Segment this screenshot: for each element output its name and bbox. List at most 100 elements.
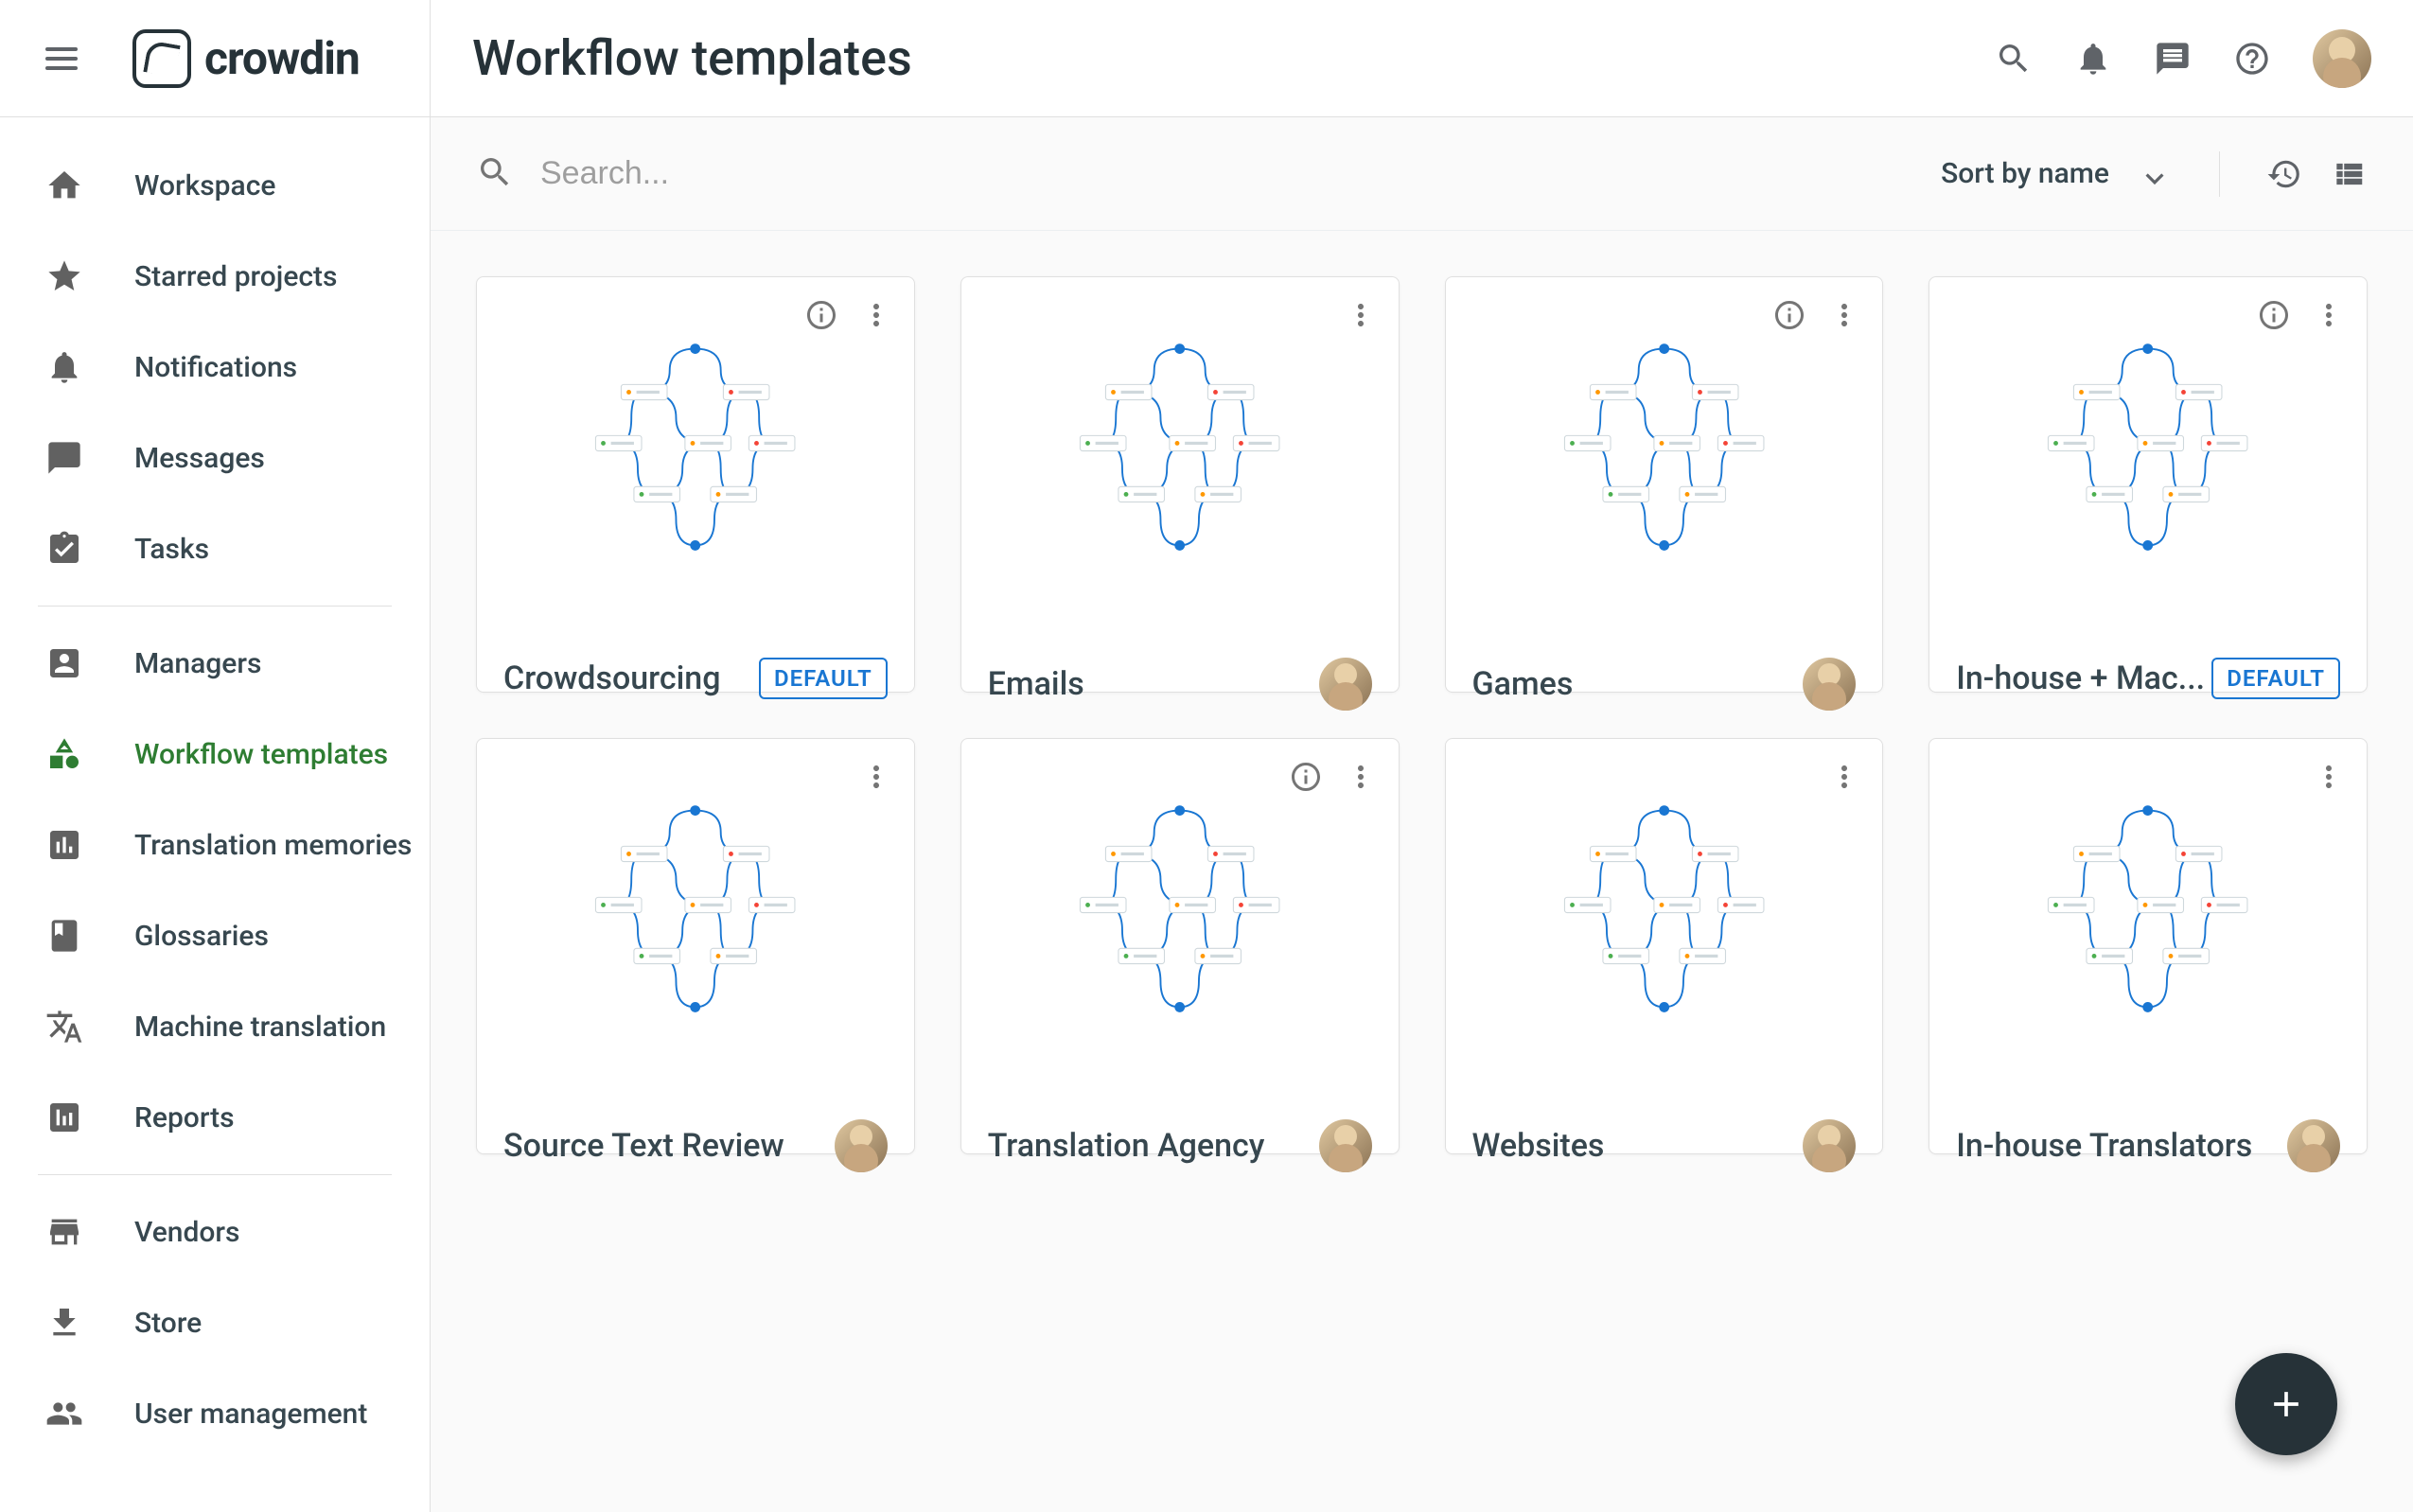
template-card[interactable]: Games — [1445, 276, 1884, 693]
owner-avatar — [2287, 1119, 2340, 1172]
sidebar-item-vendors[interactable]: Vendors — [0, 1187, 430, 1277]
card-body — [961, 277, 1399, 634]
workflow-diagram — [536, 328, 854, 584]
card-footer: Crowdsourcing DEFAULT — [477, 634, 914, 722]
history-icon[interactable] — [2265, 155, 2303, 193]
sidebar-item-label: Reports — [134, 1101, 235, 1134]
workflow-diagram — [536, 790, 854, 1046]
chat-icon — [45, 439, 83, 477]
sidebar-item-reports[interactable]: Reports — [0, 1072, 430, 1163]
sidebar-item-glossaries[interactable]: Glossaries — [0, 890, 430, 981]
user-avatar[interactable] — [2313, 29, 2371, 88]
sidebar-item-label: Store — [134, 1307, 202, 1340]
sidebar-item-tasks[interactable]: Tasks — [0, 503, 430, 594]
sidebar-item-label: Managers — [134, 647, 261, 680]
card-title: Crowdsourcing — [503, 659, 721, 697]
sidebar-item-label: Workflow templates — [134, 738, 388, 771]
search-input[interactable] — [540, 155, 919, 192]
template-card[interactable]: Source Text Review — [476, 738, 915, 1154]
messages-icon[interactable] — [2154, 40, 2192, 78]
card-actions — [1825, 758, 1863, 796]
workflow-diagram — [1988, 790, 2307, 1046]
brand-logo[interactable]: crowdin — [132, 29, 360, 88]
sidebar-item-store[interactable]: Store — [0, 1277, 430, 1368]
sidebar-item-label: Starred projects — [134, 260, 337, 293]
task-icon — [45, 530, 83, 568]
sidebar-item-machine-translation[interactable]: Machine translation — [0, 981, 430, 1072]
template-card[interactable]: Crowdsourcing DEFAULT — [476, 276, 915, 693]
sort-direction-icon[interactable] — [2136, 155, 2174, 193]
template-card[interactable]: Emails — [960, 276, 1400, 693]
bell-icon — [45, 348, 83, 386]
template-card[interactable]: In-house + Mac... DEFAULT — [1929, 276, 2368, 693]
sidebar-item-messages[interactable]: Messages — [0, 413, 430, 503]
template-card[interactable]: Websites — [1445, 738, 1884, 1154]
sidebar-item-label: Translation memories — [134, 829, 412, 862]
workflow-diagram — [1988, 328, 2307, 584]
sort-group: Sort by name — [1941, 151, 2368, 197]
sidebar-item-label: User management — [134, 1398, 367, 1431]
more-icon[interactable] — [2310, 758, 2348, 796]
more-icon[interactable] — [1342, 758, 1380, 796]
card-footer: In-house Translators — [1929, 1096, 2367, 1195]
card-actions — [2310, 758, 2348, 796]
owner-avatar — [1319, 1119, 1372, 1172]
card-body — [477, 739, 914, 1096]
more-icon[interactable] — [857, 758, 895, 796]
store-icon — [45, 1304, 83, 1342]
card-footer: Translation Agency — [961, 1096, 1399, 1195]
sidebar-item-label: Tasks — [134, 533, 209, 566]
sidebar-item-workflow-templates[interactable]: Workflow templates — [0, 709, 430, 800]
card-title: Websites — [1472, 1127, 1605, 1165]
main-content: Sort by name Crowdsourcing DEFAULT — [431, 117, 2413, 1512]
sidebar-item-label: Messages — [134, 442, 265, 475]
more-icon[interactable] — [1825, 296, 1863, 334]
more-icon[interactable] — [2310, 296, 2348, 334]
sort-label[interactable]: Sort by name — [1941, 157, 2109, 190]
search-box — [476, 153, 1941, 195]
users-icon — [45, 1395, 83, 1433]
page-title: Workflow templates — [431, 29, 1995, 87]
add-fab[interactable] — [2235, 1353, 2337, 1455]
list-view-icon[interactable] — [2330, 155, 2368, 193]
card-title: Translation Agency — [988, 1127, 1265, 1165]
card-title: In-house Translators — [1956, 1127, 2252, 1165]
hamburger-menu[interactable] — [45, 38, 87, 79]
sidebar-item-managers[interactable]: Managers — [0, 618, 430, 709]
search-icon — [476, 153, 514, 195]
owner-avatar — [1319, 658, 1372, 711]
sidebar-item-label: Glossaries — [134, 920, 269, 953]
brand-name: crowdin — [204, 31, 360, 85]
glossary-icon — [45, 917, 83, 955]
sidebar-item-workspace[interactable]: Workspace — [0, 140, 430, 231]
card-actions — [1287, 758, 1380, 796]
notifications-icon[interactable] — [2074, 40, 2112, 78]
more-icon[interactable] — [1342, 296, 1380, 334]
home-icon — [45, 167, 83, 204]
info-icon[interactable] — [802, 296, 840, 334]
sidebar-item-starred-projects[interactable]: Starred projects — [0, 231, 430, 322]
workflow-diagram — [1020, 328, 1339, 584]
sidebar-item-user-management[interactable]: User management — [0, 1368, 430, 1459]
owner-avatar — [835, 1119, 888, 1172]
help-icon[interactable] — [2233, 40, 2271, 78]
info-icon[interactable] — [1770, 296, 1808, 334]
template-card[interactable]: Translation Agency — [960, 738, 1400, 1154]
sidebar-item-label: Machine translation — [134, 1011, 386, 1044]
card-footer: Games — [1446, 634, 1883, 733]
header-actions — [1995, 29, 2413, 88]
sidebar-item-notifications[interactable]: Notifications — [0, 322, 430, 413]
sidebar-item-translation-memories[interactable]: Translation memories — [0, 800, 430, 890]
info-icon[interactable] — [2255, 296, 2293, 334]
card-actions — [857, 758, 895, 796]
sidebar-item-label: Vendors — [134, 1216, 239, 1249]
more-icon[interactable] — [857, 296, 895, 334]
card-actions — [802, 296, 895, 334]
more-icon[interactable] — [1825, 758, 1863, 796]
info-icon[interactable] — [1287, 758, 1325, 796]
nav-divider — [38, 1174, 392, 1175]
template-card[interactable]: In-house Translators — [1929, 738, 2368, 1154]
manager-icon — [45, 644, 83, 682]
sidebar: Workspace Starred projects Notifications Me… — [0, 117, 431, 1512]
search-icon[interactable] — [1995, 40, 2033, 78]
